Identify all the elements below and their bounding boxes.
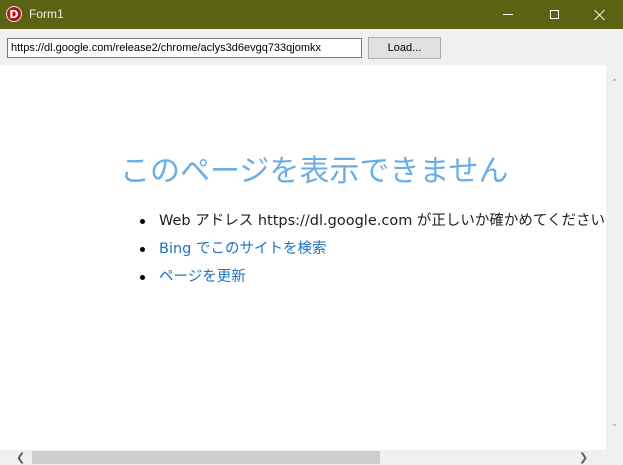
minimize-button[interactable] — [485, 0, 531, 29]
scrollbar-corner — [606, 450, 623, 465]
title-bar: D Form1 — [0, 0, 623, 29]
app-icon: D — [6, 6, 22, 22]
bullet-icon — [140, 219, 145, 224]
bullet-icon — [140, 275, 145, 280]
bullet-icon — [140, 247, 145, 252]
chevron-right-icon[interactable]: ❯ — [579, 450, 588, 465]
window-title: Form1 — [29, 7, 64, 21]
bing-search-link[interactable]: Bing でこのサイトを検索 — [159, 238, 326, 260]
maximize-icon — [549, 10, 559, 19]
maximize-button[interactable] — [531, 0, 577, 29]
minimize-icon — [503, 14, 513, 15]
chevron-left-icon[interactable]: ❮ — [16, 450, 25, 465]
chevron-up-icon[interactable]: ⌃ — [610, 79, 619, 89]
toolbar: https://dl.google.com/release2/chrome/ac… — [0, 29, 623, 65]
load-button[interactable]: Load... — [368, 37, 441, 59]
url-input[interactable]: https://dl.google.com/release2/chrome/ac… — [7, 38, 362, 58]
chevron-down-icon[interactable]: ⌄ — [610, 419, 619, 429]
error-heading: このページを表示できません — [120, 154, 509, 189]
horizontal-scroll-thumb[interactable] — [32, 451, 380, 464]
horizontal-scrollbar[interactable]: ❮ ❯ — [0, 450, 606, 465]
close-button[interactable] — [577, 0, 623, 29]
close-icon — [594, 9, 606, 21]
browser-content: このページを表示できません Web アドレス https://dl.google… — [0, 65, 606, 450]
refresh-page-link[interactable]: ページを更新 — [159, 266, 246, 288]
vertical-scrollbar[interactable]: ⌃ ⌄ — [606, 65, 623, 450]
address-check-text: Web アドレス https://dl.google.com が正しいか確かめて… — [159, 213, 605, 229]
